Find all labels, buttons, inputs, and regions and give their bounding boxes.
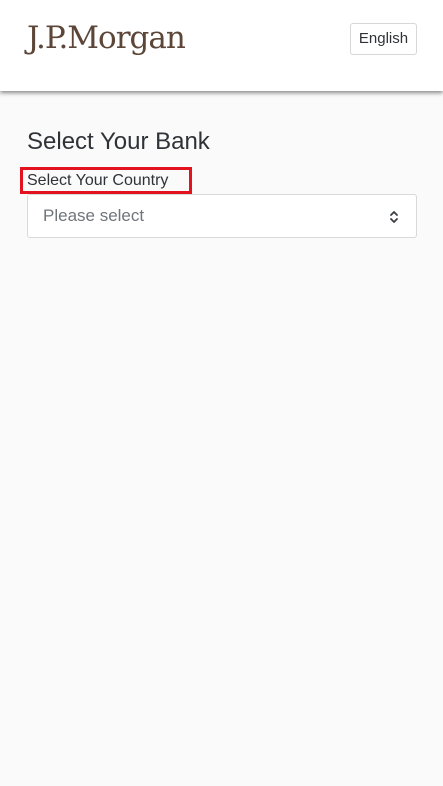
country-select[interactable]: Please select: [27, 194, 417, 238]
country-select-value: Please select: [43, 206, 145, 225]
language-button[interactable]: English: [350, 23, 417, 55]
page-title: Select Your Bank: [27, 128, 210, 155]
country-label-highlight: Select Your Country: [20, 167, 192, 194]
jpmorgan-logo: J.P.Morgan: [27, 20, 186, 56]
top-header: J.P.Morgan English: [0, 0, 443, 91]
country-field-label: Select Your Country: [27, 172, 169, 189]
chevron-up-down-icon: [390, 211, 398, 223]
main-content: Select Your Bank Select Your Country Ple…: [0, 91, 443, 786]
